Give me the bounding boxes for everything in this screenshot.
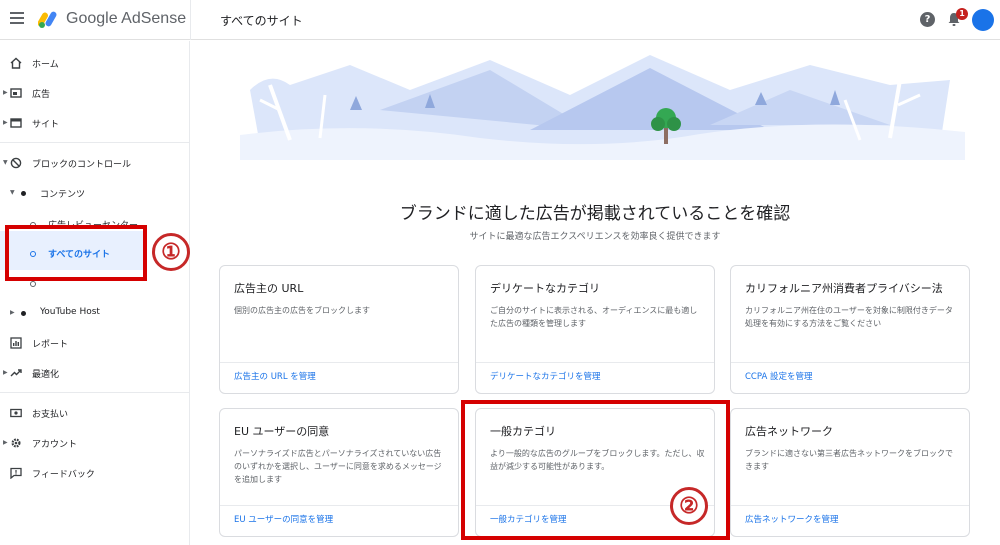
sidebar-item-feedback[interactable]: フィードバック: [0, 459, 189, 487]
ring-icon: [30, 281, 36, 287]
brand-name: Google AdSense: [66, 10, 187, 27]
header-divider: [190, 0, 191, 40]
sidebar-item-label: レポート: [32, 340, 69, 350]
annotation-marker-1: ①: [152, 233, 190, 271]
card-divider: [731, 505, 969, 506]
card-divider: [220, 362, 458, 363]
caret-right-icon: ▶: [3, 119, 8, 126]
sidebar-item-optimization[interactable]: ▶ 最適化: [0, 359, 189, 387]
card-sensitive-categories: デリケートなカテゴリ ご自分のサイトに表示される、オーディエンスに最も適した広告…: [475, 265, 715, 394]
top-app-bar: Google AdSense すべてのサイト ? 1: [0, 0, 1000, 40]
sidebar-item-label: 最適化: [32, 370, 60, 380]
caret-down-icon: ▼: [10, 189, 15, 196]
sidebar-item-label: ホーム: [32, 60, 59, 70]
sidebar-item-label: コンテンツ: [40, 190, 86, 200]
home-icon: [10, 57, 22, 69]
adsense-logo-icon: [38, 11, 57, 28]
sidebar-item-payments[interactable]: お支払い: [0, 399, 189, 427]
sites-icon: [10, 118, 22, 128]
caret-right-icon: ▶: [10, 309, 15, 316]
card-ccpa: カリフォルニア州消費者プライバシー法 カリフォルニア州在住のユーザーを対象に制限…: [730, 265, 970, 394]
sidebar-item-label: お支払い: [32, 410, 69, 420]
sidebar: ホーム ▶ 広告 ▶ サイト ▼ ブロックのコントロール ▼ コンテンツ 広告レ…: [0, 41, 190, 545]
sidebar-item-home[interactable]: ホーム: [0, 49, 189, 77]
avatar[interactable]: [972, 9, 994, 31]
ads-icon: [10, 88, 22, 98]
reports-icon: [10, 337, 22, 349]
help-icon[interactable]: ?: [920, 12, 935, 27]
sidebar-item-label: アカウント: [32, 440, 78, 450]
sidebar-divider: [0, 142, 189, 143]
card-title: EU ユーザーの同意: [234, 425, 330, 438]
payments-icon: [10, 408, 22, 418]
card-description: カリフォルニア州在住のユーザーを対象に制限付きデータ処理を有効にする方法をご覧く…: [745, 306, 953, 328]
manage-eu-consent-link[interactable]: EU ユーザーの同意を管理: [234, 513, 333, 525]
card-title: カリフォルニア州消費者プライバシー法: [745, 282, 943, 295]
bullet-icon: [21, 311, 26, 316]
bullet-icon: [21, 191, 26, 196]
optimization-icon: [10, 369, 22, 377]
hamburger-menu-icon[interactable]: [10, 12, 24, 26]
sidebar-item-content[interactable]: ▼ コンテンツ: [0, 179, 189, 207]
card-description: ご自分のサイトに表示される、オーディエンスに最も適した広告の種類を管理します: [490, 306, 698, 328]
block-icon: [10, 157, 22, 169]
manage-advertiser-url-link[interactable]: 広告主の URL を管理: [234, 370, 316, 382]
gear-icon: [11, 438, 21, 448]
sidebar-item-label: YouTube Host: [40, 307, 100, 317]
manage-ad-networks-link[interactable]: 広告ネットワークを管理: [745, 513, 839, 525]
caret-right-icon: ▶: [3, 89, 8, 96]
sidebar-item-youtube-host[interactable]: ▶ YouTube Host: [0, 299, 189, 327]
page-title: すべてのサイト: [220, 14, 303, 28]
card-advertiser-url: 広告主の URL 個別の広告主の広告をブロックします 広告主の URL を管理: [219, 265, 459, 394]
card-eu-consent: EU ユーザーの同意 パーソナライズド広告とパーソナライズされていない広告のいず…: [219, 408, 459, 537]
highlight-box-all-sites: [5, 225, 147, 281]
card-title: 広告主の URL: [234, 282, 304, 295]
card-divider: [220, 505, 458, 506]
page-headline: ブランドに適した広告が掲載されていることを確認: [399, 204, 791, 224]
notification-badge: 1: [956, 8, 968, 20]
sidebar-item-reports[interactable]: レポート: [0, 329, 189, 357]
card-divider: [731, 362, 969, 363]
manage-ccpa-link[interactable]: CCPA 設定を管理: [745, 370, 812, 382]
sidebar-item-account[interactable]: ▶ アカウント: [0, 429, 189, 457]
card-description: ブランドに適さない第三者広告ネットワークをブロックできます: [745, 449, 953, 471]
sidebar-item-sites[interactable]: ▶ サイト: [0, 109, 189, 137]
card-divider: [476, 362, 714, 363]
card-title: デリケートなカテゴリ: [490, 282, 600, 295]
sidebar-item-label: 広告: [32, 90, 51, 100]
caret-right-icon: ▶: [3, 439, 8, 446]
page-subheadline: サイトに最適な広告エクスペリエンスを効率良く提供できます: [469, 232, 721, 242]
caret-right-icon: ▶: [3, 369, 8, 376]
sidebar-item-ads[interactable]: ▶ 広告: [0, 79, 189, 107]
sidebar-divider: [0, 392, 189, 393]
card-description: パーソナライズド広告とパーソナライズされていない広告のいずれかを選択し、ユーザー…: [234, 449, 442, 484]
card-description: 個別の広告主の広告をブロックします: [234, 306, 370, 315]
hero-illustration: [240, 55, 965, 160]
caret-down-icon: ▼: [3, 159, 8, 166]
sidebar-item-label: ブロックのコントロール: [32, 160, 132, 170]
sidebar-item-label: フィードバック: [32, 470, 95, 480]
feedback-icon: [10, 467, 22, 479]
annotation-marker-2: ②: [670, 487, 708, 525]
manage-sensitive-categories-link[interactable]: デリケートなカテゴリを管理: [490, 370, 601, 382]
sidebar-item-block-controls[interactable]: ▼ ブロックのコントロール: [0, 149, 189, 177]
sidebar-item-label: サイト: [32, 120, 60, 130]
card-title: 広告ネットワーク: [745, 425, 833, 438]
card-ad-networks: 広告ネットワーク ブランドに適さない第三者広告ネットワークをブロックできます 広…: [730, 408, 970, 537]
